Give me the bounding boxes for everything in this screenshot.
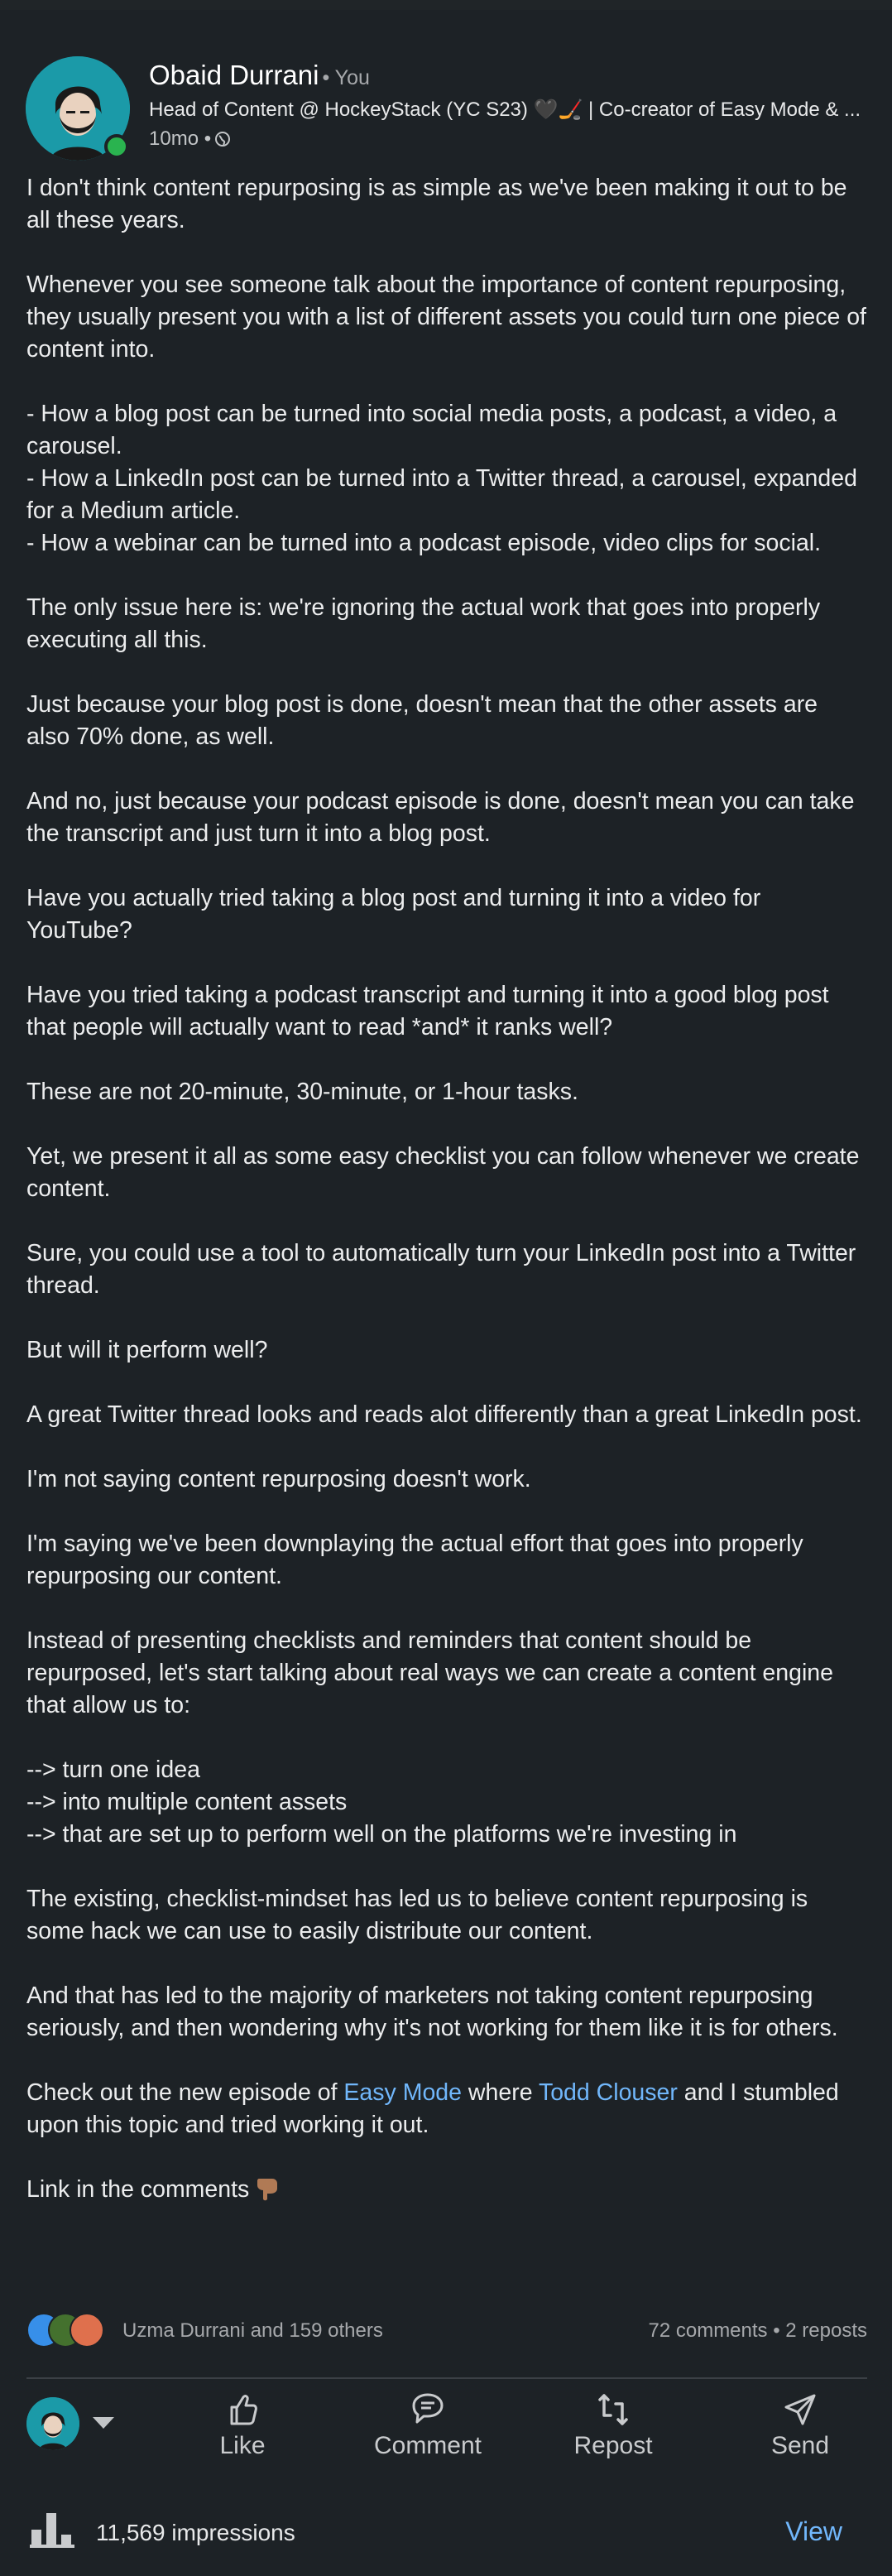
comments-reposts-count[interactable]: 72 comments • 2 reposts	[648, 2319, 867, 2343]
post-paragraph: But will it perform well?	[26, 1337, 268, 1363]
love-icon	[70, 2313, 104, 2348]
action-bar: Like Comment Repost Send	[0, 2389, 892, 2488]
post-list: --> turn one idea --> into multiple cont…	[26, 1754, 867, 1851]
post-paragraph: Whenever you see someone talk about the …	[26, 272, 866, 363]
reactors-summary[interactable]: Uzma Durrani and 159 others	[122, 2319, 383, 2343]
post-paragraph: The only issue here is: we're ignoring t…	[26, 594, 821, 653]
reaction-icons[interactable]	[26, 2313, 117, 2348]
impressions-count: 11,569 impressions	[96, 2520, 295, 2545]
cta-prefix: Check out the new episode of	[26, 2079, 344, 2106]
post-paragraph: Have you actually tried taking a blog po…	[26, 885, 761, 944]
like-button[interactable]: Like	[172, 2389, 313, 2460]
divider	[26, 2377, 867, 2379]
post-paragraph: Have you tried taking a podcast transcri…	[26, 982, 829, 1040]
impressions-bar: 11,569 impressions View	[0, 2502, 892, 2559]
list-item: - How a blog post can be turned into soc…	[26, 401, 837, 459]
post-paragraph: Instead of presenting checklists and rem…	[26, 1627, 834, 1718]
todd-clouser-link[interactable]: Todd Clouser	[539, 2079, 678, 2106]
list-item: --> into multiple content assets	[26, 1789, 348, 1815]
author-headline: Head of Content @ HockeyStack (YC S23) 🖤…	[149, 99, 861, 121]
view-analytics-link[interactable]: View	[785, 2516, 842, 2547]
list-item: --> that are set up to perform well on t…	[26, 1821, 737, 1848]
closing-text: Link in the comments	[26, 2176, 250, 2203]
list-item: --> turn one idea	[26, 1757, 200, 1783]
list-item: - How a LinkedIn post can be turned into…	[26, 465, 857, 524]
post-paragraph: I'm not saying content repurposing doesn…	[26, 1466, 531, 1492]
post-time: 10mo •	[149, 127, 212, 150]
pointing-down-icon	[257, 2179, 278, 2201]
post-paragraph: And no, just because your podcast episod…	[26, 788, 855, 847]
post-body: I don't think content repurposing is as …	[0, 172, 892, 2206]
thumbs-up-icon	[230, 2395, 257, 2425]
post-paragraph: I'm saying we've been downplaying the ac…	[26, 1531, 803, 1589]
author-name-line: Obaid Durrani • You	[149, 60, 370, 91]
top-strip	[0, 0, 892, 10]
like-label: Like	[219, 2432, 266, 2459]
actor-avatar[interactable]	[26, 2397, 79, 2450]
bar-chart-icon	[30, 2513, 74, 2548]
closing-paragraph: Link in the comments	[26, 2174, 867, 2206]
post-paragraph: The existing, checklist-mindset has led …	[26, 1886, 808, 1944]
post-meta: 10mo •	[149, 127, 231, 151]
post-paragraph: Yet, we present it all as some easy chec…	[26, 1143, 860, 1202]
chevron-down-icon[interactable]	[93, 2417, 114, 2429]
post-list: - How a blog post can be turned into soc…	[26, 398, 867, 560]
easy-mode-link[interactable]: Easy Mode	[343, 2079, 462, 2106]
online-status-dot	[104, 134, 129, 159]
post-paragraph: A great Twitter thread looks and reads a…	[26, 1401, 862, 1428]
send-icon	[784, 2394, 816, 2425]
send-label: Send	[770, 2432, 830, 2459]
you-badge: • You	[322, 66, 370, 89]
repost-icon	[598, 2394, 628, 2425]
repost-label: Repost	[573, 2432, 653, 2459]
comment-button[interactable]: Comment	[357, 2389, 498, 2460]
send-button[interactable]: Send	[730, 2389, 870, 2460]
comment-label: Comment	[373, 2432, 482, 2459]
post-header: Obaid Durrani • You Head of Content @ Hoc…	[0, 10, 892, 161]
comment-icon	[412, 2393, 444, 2424]
globe-icon	[215, 132, 231, 147]
post-paragraph: And that has led to the majority of mark…	[26, 1982, 838, 2041]
list-item: - How a webinar can be turned into a pod…	[26, 530, 822, 556]
post-paragraph: These are not 20-minute, 30-minute, or 1…	[26, 1079, 578, 1105]
post-paragraph: I don't think content repurposing is as …	[26, 175, 847, 233]
post-paragraph: Sure, you could use a tool to automatica…	[26, 1240, 856, 1299]
post-paragraph: Just because your blog post is done, doe…	[26, 691, 818, 750]
author-name[interactable]: Obaid Durrani	[149, 60, 319, 90]
avatar-illustration	[26, 2397, 79, 2450]
cta-middle: where	[462, 2079, 539, 2106]
cta-paragraph: Check out the new episode of Easy Mode w…	[26, 2077, 867, 2141]
social-counts-bar: Uzma Durrani and 159 others 72 comments …	[0, 2309, 892, 2359]
repost-button[interactable]: Repost	[543, 2389, 683, 2460]
